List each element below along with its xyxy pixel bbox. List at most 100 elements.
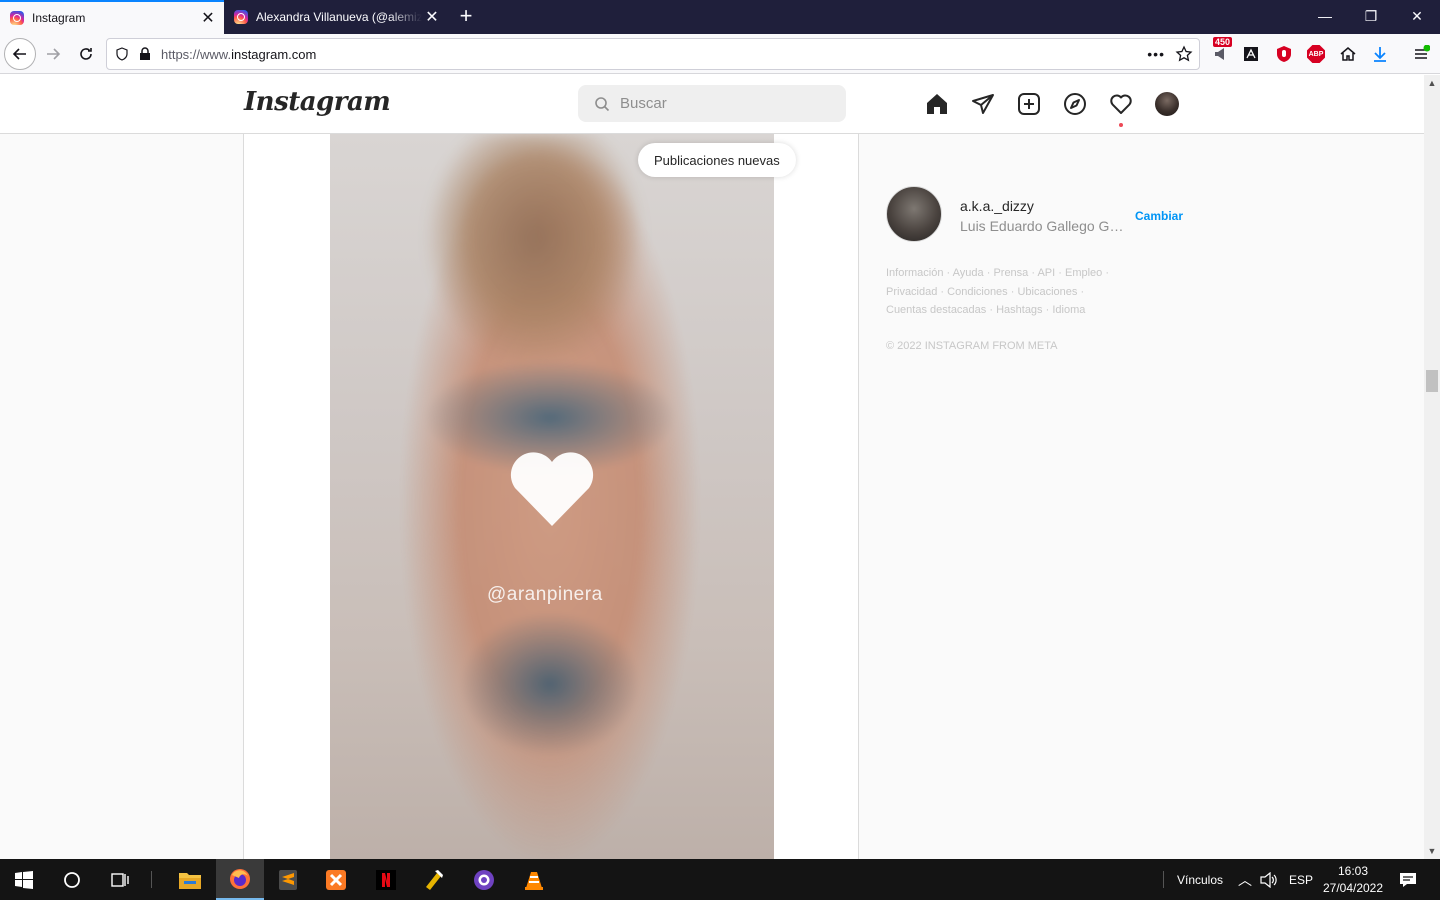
taskbar-sublime-text[interactable] [264,859,312,900]
url-domain: instagram.com [231,46,317,62]
tab-title: Instagram [32,11,86,25]
footer-link[interactable]: Prensa [993,267,1028,279]
action-center-button[interactable] [1386,859,1430,900]
tab-alexandra-villanueva[interactable]: Alexandra Villanueva (@alemiz... ✕ [224,0,448,34]
nav-home[interactable] [923,90,951,118]
scroll-down-icon[interactable]: ▼ [1424,843,1440,859]
taskbar-file-explorer[interactable] [166,859,214,900]
account-avatar[interactable] [886,186,942,242]
feed-column: @aranpinera [243,134,859,859]
search-button[interactable] [48,859,96,900]
footer-link[interactable]: Privacidad [886,286,937,298]
megaphone-icon [1215,48,1224,60]
extension-notifications[interactable]: 450 [1210,37,1233,65]
footer-link[interactable]: API [1037,267,1055,279]
search-box[interactable] [578,85,846,122]
folder-icon [179,872,201,889]
app-menu-button[interactable] [1410,43,1432,65]
minimize-button[interactable]: — [1302,0,1348,34]
vlc-cone-icon [525,871,543,890]
taskbar-netflix[interactable] [362,859,410,900]
scrollbar-thumb[interactable] [1426,370,1438,392]
footer-link[interactable]: Idioma [1052,304,1085,316]
instagram-header: Instagram [0,75,1424,134]
address-bar[interactable]: https://www.instagram.com ••• [106,38,1200,70]
footer-link[interactable]: Información [886,267,943,279]
footer-link[interactable]: Condiciones [947,286,1008,298]
instagram-logo[interactable]: Instagram [244,87,391,117]
tab-instagram[interactable]: Instagram ✕ [0,0,224,34]
home-button[interactable] [1337,43,1359,65]
nav-new-post[interactable] [1015,90,1043,118]
show-hidden-icons-chevron-icon[interactable]: ︿ [1238,859,1252,900]
extension-ublock[interactable] [1273,43,1295,65]
bookmark-star-icon[interactable] [1175,45,1193,63]
cortana-circle-icon [64,871,80,888]
extension-adblock-plus[interactable]: ABP [1305,43,1327,65]
extension-translate[interactable] [1240,43,1262,65]
netflix-icon [376,869,396,890]
page-scrollbar[interactable]: ▲ ▼ [1424,75,1440,859]
new-tab-button[interactable]: + [452,0,480,34]
reload-button[interactable] [70,38,102,70]
task-view-button[interactable] [96,859,144,900]
nav-profile[interactable] [1153,90,1181,118]
clock-date: 27/04/2022 [1322,881,1384,895]
account-username[interactable]: a.k.a._dizzy [960,198,1034,214]
nav-activity[interactable] [1107,90,1135,127]
page-viewport: Instagram @aranpinera [0,75,1424,859]
sublime-text-icon [279,869,297,890]
switch-account-link[interactable]: Cambiar [1135,209,1183,223]
footer-link[interactable]: Empleo [1065,267,1102,279]
copyright: © 2022 INSTAGRAM FROM META [886,340,1058,352]
tab-close-icon[interactable]: ✕ [198,8,218,28]
home-icon [927,94,947,114]
links-toolbar[interactable]: Vínculos [1177,859,1223,900]
reload-icon [80,48,92,60]
hamburger-menu-icon [1415,45,1430,59]
task-view-icon [111,872,129,887]
scroll-up-icon[interactable]: ▲ [1424,75,1440,91]
post-image[interactable]: @aranpinera [330,134,774,859]
nav-explore[interactable] [1061,90,1089,118]
taskbar-ai-tools[interactable] [410,859,458,900]
windows-taskbar: Vínculos ︿ ESP 16:03 27/04/2022 [0,859,1440,900]
page-actions-menu-icon[interactable]: ••• [1147,46,1165,62]
taskbar-xampp[interactable] [312,859,360,900]
back-button[interactable] [4,38,36,70]
start-button[interactable] [0,859,48,900]
window-close-button[interactable]: ✕ [1394,0,1440,34]
footer-link[interactable]: Hashtags [996,304,1042,316]
language-indicator[interactable]: ESP [1289,859,1313,900]
github-icon [474,869,494,890]
taskbar-firefox[interactable] [216,859,264,900]
taskbar-github[interactable] [460,859,508,900]
downloads-button[interactable] [1369,43,1391,65]
footer-link[interactable]: Ubicaciones [1017,286,1077,298]
tab-title: Alexandra Villanueva (@alemiz... [256,10,422,24]
url-prefix: https://www. [161,46,232,62]
notification-dot [1119,123,1123,127]
restore-button[interactable]: ❐ [1348,0,1394,34]
forward-button[interactable] [37,38,69,70]
taskbar-vlc[interactable] [510,859,558,900]
xampp-icon [326,869,346,890]
clock[interactable]: 16:03 27/04/2022 [1318,863,1388,897]
volume-button[interactable] [1260,859,1278,900]
nav-direct[interactable] [969,90,997,118]
account-full-name: Luis Eduardo Gallego Gar... [960,218,1130,234]
search-input[interactable] [620,95,820,112]
new-posts-button[interactable]: Publicaciones nuevas [638,143,796,177]
like-heart-overlay-icon [510,452,594,526]
arrow-right-icon [47,48,61,60]
footer-link[interactable]: Cuentas destacadas [886,304,986,316]
url-text: https://www.instagram.com [161,47,316,62]
firefox-icon [230,868,250,889]
footer-links: Información · Ayuda · Prensa · API · Emp… [886,267,1110,316]
notification-badge: 450 [1213,37,1233,47]
instagram-favicon-icon [234,10,248,24]
arrow-left-icon [12,48,26,60]
footer-link[interactable]: Ayuda [953,267,984,279]
tab-close-icon[interactable]: ✕ [422,7,442,27]
taskbar-divider [151,871,152,888]
